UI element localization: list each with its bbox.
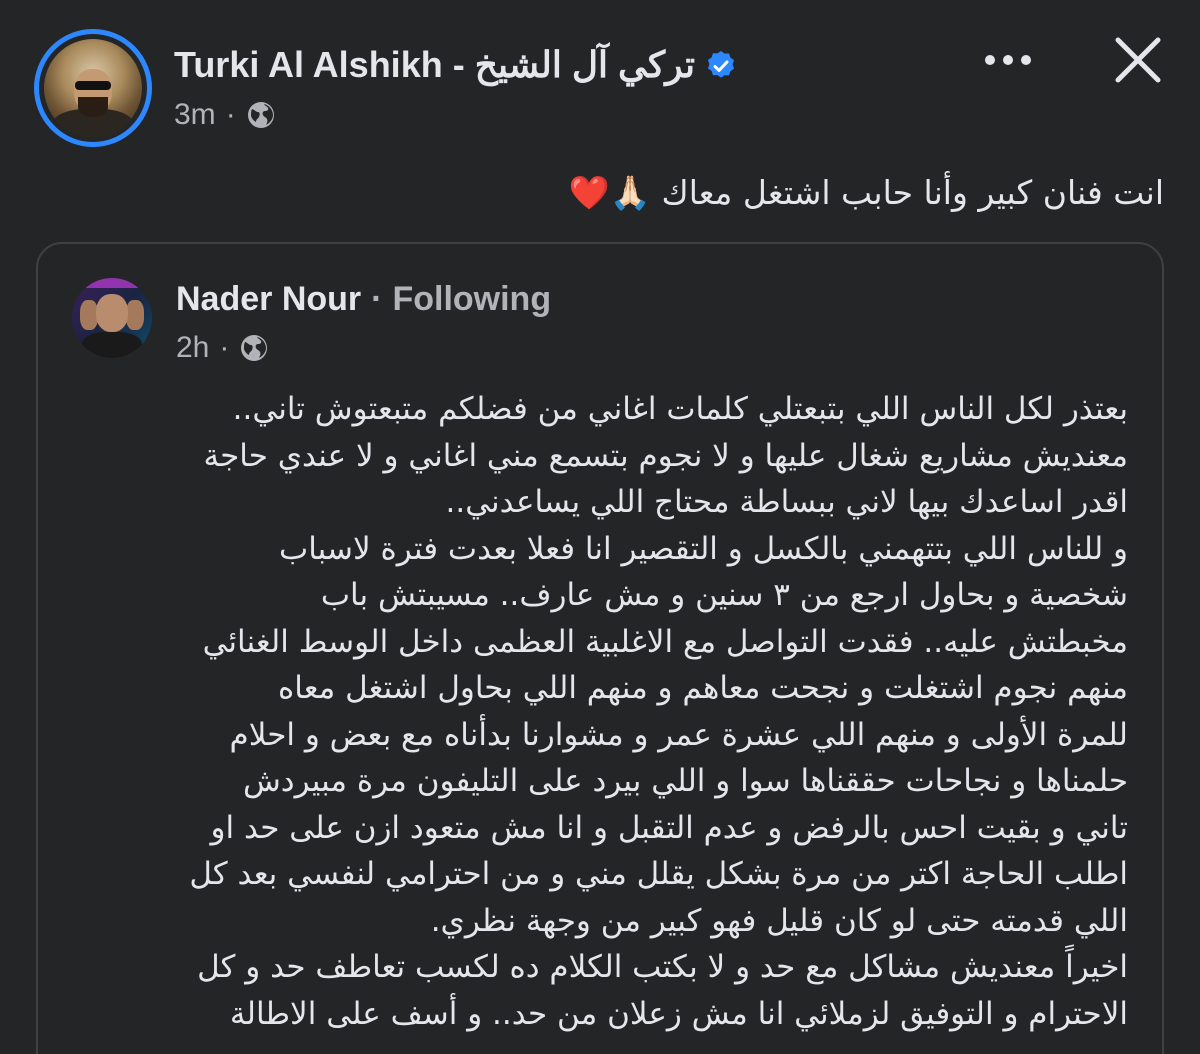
shared-post-line: اخيراً معنديش مشاكل مع حد و لا بكتب الكل… bbox=[197, 949, 1128, 985]
verified-badge-icon bbox=[705, 49, 737, 81]
author-avatar-image bbox=[44, 39, 142, 137]
shared-post-line: معنديش مشاريع شغال عليها و لا نجوم بتسمع… bbox=[203, 437, 1128, 474]
shared-separator: · bbox=[371, 279, 383, 318]
shared-post-line: تاني و بقيت احس بالرفض و عدم التقبل و ان… bbox=[210, 809, 1128, 846]
shared-post-card[interactable]: Nader Nour · Following 2h · بعتذر لكل ال… bbox=[36, 242, 1164, 1054]
post-text: انت فنان كبير وأنا حابب اشتغل معاك 🙏🏻❤️ bbox=[568, 173, 1164, 212]
post-time[interactable]: 3m bbox=[174, 98, 216, 132]
shared-meta-separator: · bbox=[219, 331, 230, 364]
author-avatar[interactable] bbox=[34, 29, 152, 147]
shared-post-line: حلمناها و نجاحات حققناها سوا و اللي بيرد… bbox=[242, 763, 1128, 799]
close-button[interactable] bbox=[1108, 30, 1168, 90]
shared-post-line: مخبطتش عليه.. فقدت التواصل مع الاغلبية ا… bbox=[202, 623, 1128, 660]
post-meta: 3m · bbox=[174, 95, 276, 135]
shared-post-text: بعتذر لكل الناس اللي بتبعتلي كلمات اغاني… bbox=[58, 386, 1128, 1037]
shared-post-time[interactable]: 2h bbox=[176, 331, 209, 365]
shared-post-meta: 2h · bbox=[176, 328, 269, 368]
shared-post-line: اللي قدمته حتى لو كان قليل فهو كبير من و… bbox=[430, 902, 1128, 939]
globe-icon[interactable] bbox=[246, 100, 276, 130]
post-author-header: Turki Al Alshikh - تركي آل الشيخ bbox=[174, 40, 737, 90]
author-name[interactable]: Turki Al Alshikh - تركي آل الشيخ bbox=[174, 44, 695, 86]
more-options-button[interactable] bbox=[976, 40, 1040, 80]
shared-post-line: اطلب الحاجة اكتر من مرة بشكل يقلل مني و … bbox=[189, 856, 1128, 892]
shared-post-line: بعتذر لكل الناس اللي بتبعتلي كلمات اغاني… bbox=[232, 391, 1128, 427]
shared-post-line: و للناس اللي بتتهمني بالكسل و التقصير ان… bbox=[279, 530, 1128, 567]
post-dialog: Turki Al Alshikh - تركي آل الشيخ 3m · ان… bbox=[0, 0, 1200, 1054]
shared-post-line: اقدر اساعدك بيها لاني ببساطة محتاج اللي … bbox=[445, 484, 1129, 520]
shared-post-line: شخصية و بحاول ارجع من ٣ سنين و مش عارف..… bbox=[320, 577, 1128, 613]
following-button[interactable]: Following bbox=[392, 280, 551, 319]
more-dots-icon bbox=[985, 55, 1031, 65]
shared-post-line: منهم نجوم اشتغلت و نجحت معاهم و منهم الل… bbox=[278, 670, 1128, 706]
meta-separator: · bbox=[225, 98, 236, 131]
shared-author-name[interactable]: Nader Nour bbox=[176, 280, 361, 319]
shared-post-line: للمرة الأولى و منهم اللي عشرة عمر و مشوا… bbox=[229, 716, 1129, 753]
shared-author-header: Nader Nour · Following bbox=[176, 276, 551, 322]
shared-post-line: الاحترام و التوفيق لزملائي انا مش زعلان … bbox=[229, 995, 1128, 1032]
globe-icon[interactable] bbox=[239, 333, 269, 363]
close-icon bbox=[1115, 37, 1161, 83]
shared-author-avatar[interactable] bbox=[72, 278, 152, 358]
